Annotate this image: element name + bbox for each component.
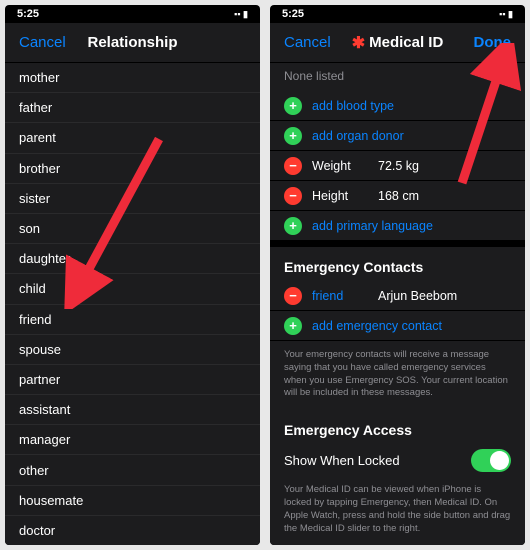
emergency-access-footnote: Your Medical ID can be viewed when iPhon…: [270, 476, 525, 545]
medical-id-screen: 5:25 ▪▪ ▮ Cancel ✱ Medical ID Done None …: [270, 5, 525, 545]
relationship-item-doctor[interactable]: doctor: [5, 516, 260, 545]
add-emergency-contact-row[interactable]: + add emergency contact: [270, 311, 525, 341]
medical-id-star-icon: ✱: [352, 33, 365, 53]
relationship-screen: 5:25 ▪▪ ▮ Cancel Relationship motherfath…: [5, 5, 260, 545]
plus-icon: +: [284, 317, 302, 335]
relationship-item-manager[interactable]: manager: [5, 425, 260, 455]
status-right: ▪▪ ▮: [499, 9, 513, 20]
relationship-item-friend[interactable]: friend: [5, 305, 260, 335]
add-blood-type-label: add blood type: [312, 99, 394, 113]
add-blood-type-row[interactable]: + add blood type: [270, 91, 525, 121]
relationship-item-parent[interactable]: parent: [5, 123, 260, 153]
status-time: 5:25: [17, 8, 39, 20]
relationship-item-son[interactable]: son: [5, 214, 260, 244]
weight-value: 72.5 kg: [378, 159, 419, 173]
show-when-locked-label: Show When Locked: [284, 453, 400, 468]
relationship-item-child[interactable]: child: [5, 274, 260, 304]
relationship-list[interactable]: motherfatherparentbrothersistersondaught…: [5, 63, 260, 545]
add-emergency-contact-label: add emergency contact: [312, 319, 442, 333]
weight-row[interactable]: − Weight 72.5 kg: [270, 151, 525, 181]
show-when-locked-toggle[interactable]: [471, 449, 511, 472]
nav-title: Relationship: [71, 34, 194, 51]
add-organ-donor-label: add organ donor: [312, 129, 404, 143]
contact-name: Arjun Beebom: [378, 289, 457, 303]
status-bar: 5:25 ▪▪ ▮: [270, 5, 525, 23]
show-when-locked-row: Show When Locked: [270, 444, 525, 476]
add-primary-language-label: add primary language: [312, 219, 433, 233]
emergency-access-header: Emergency Access: [270, 410, 525, 444]
relationship-item-spouse[interactable]: spouse: [5, 335, 260, 365]
relationship-item-partner[interactable]: partner: [5, 365, 260, 395]
relationship-item-daughter[interactable]: daughter: [5, 244, 260, 274]
add-organ-donor-row[interactable]: + add organ donor: [270, 121, 525, 151]
nav-title-text: Medical ID: [369, 34, 443, 51]
nav-title: ✱ Medical ID: [336, 33, 459, 53]
relationship-item-housemate[interactable]: housemate: [5, 486, 260, 516]
relationship-item-father[interactable]: father: [5, 93, 260, 123]
plus-icon: +: [284, 97, 302, 115]
done-button[interactable]: Done: [459, 34, 511, 51]
cancel-button[interactable]: Cancel: [284, 34, 336, 51]
add-primary-language-row[interactable]: + add primary language: [270, 211, 525, 241]
emergency-contact-row[interactable]: − friend Arjun Beebom: [270, 281, 525, 311]
relationship-item-brother[interactable]: brother: [5, 154, 260, 184]
medical-id-content[interactable]: None listed + add blood type + add organ…: [270, 63, 525, 545]
emergency-contacts-header: Emergency Contacts: [270, 247, 525, 281]
plus-icon: +: [284, 127, 302, 145]
nav-bar: Cancel Relationship: [5, 23, 260, 63]
minus-icon: −: [284, 187, 302, 205]
relationship-item-assistant[interactable]: assistant: [5, 395, 260, 425]
none-listed-text: None listed: [270, 63, 525, 91]
minus-icon: −: [284, 287, 302, 305]
status-time: 5:25: [282, 8, 304, 20]
height-label: Height: [312, 189, 368, 203]
weight-label: Weight: [312, 159, 368, 173]
status-right: ▪▪ ▮: [234, 9, 248, 20]
nav-bar: Cancel ✱ Medical ID Done: [270, 23, 525, 63]
cancel-button[interactable]: Cancel: [19, 34, 71, 51]
relationship-item-other[interactable]: other: [5, 455, 260, 485]
height-value: 168 cm: [378, 189, 419, 203]
relationship-item-sister[interactable]: sister: [5, 184, 260, 214]
status-bar: 5:25 ▪▪ ▮: [5, 5, 260, 23]
emergency-contacts-footnote: Your emergency contacts will receive a m…: [270, 341, 525, 410]
relationship-item-mother[interactable]: mother: [5, 63, 260, 93]
minus-icon: −: [284, 157, 302, 175]
contact-relation: friend: [312, 289, 368, 303]
plus-icon: +: [284, 217, 302, 235]
height-row[interactable]: − Height 168 cm: [270, 181, 525, 211]
